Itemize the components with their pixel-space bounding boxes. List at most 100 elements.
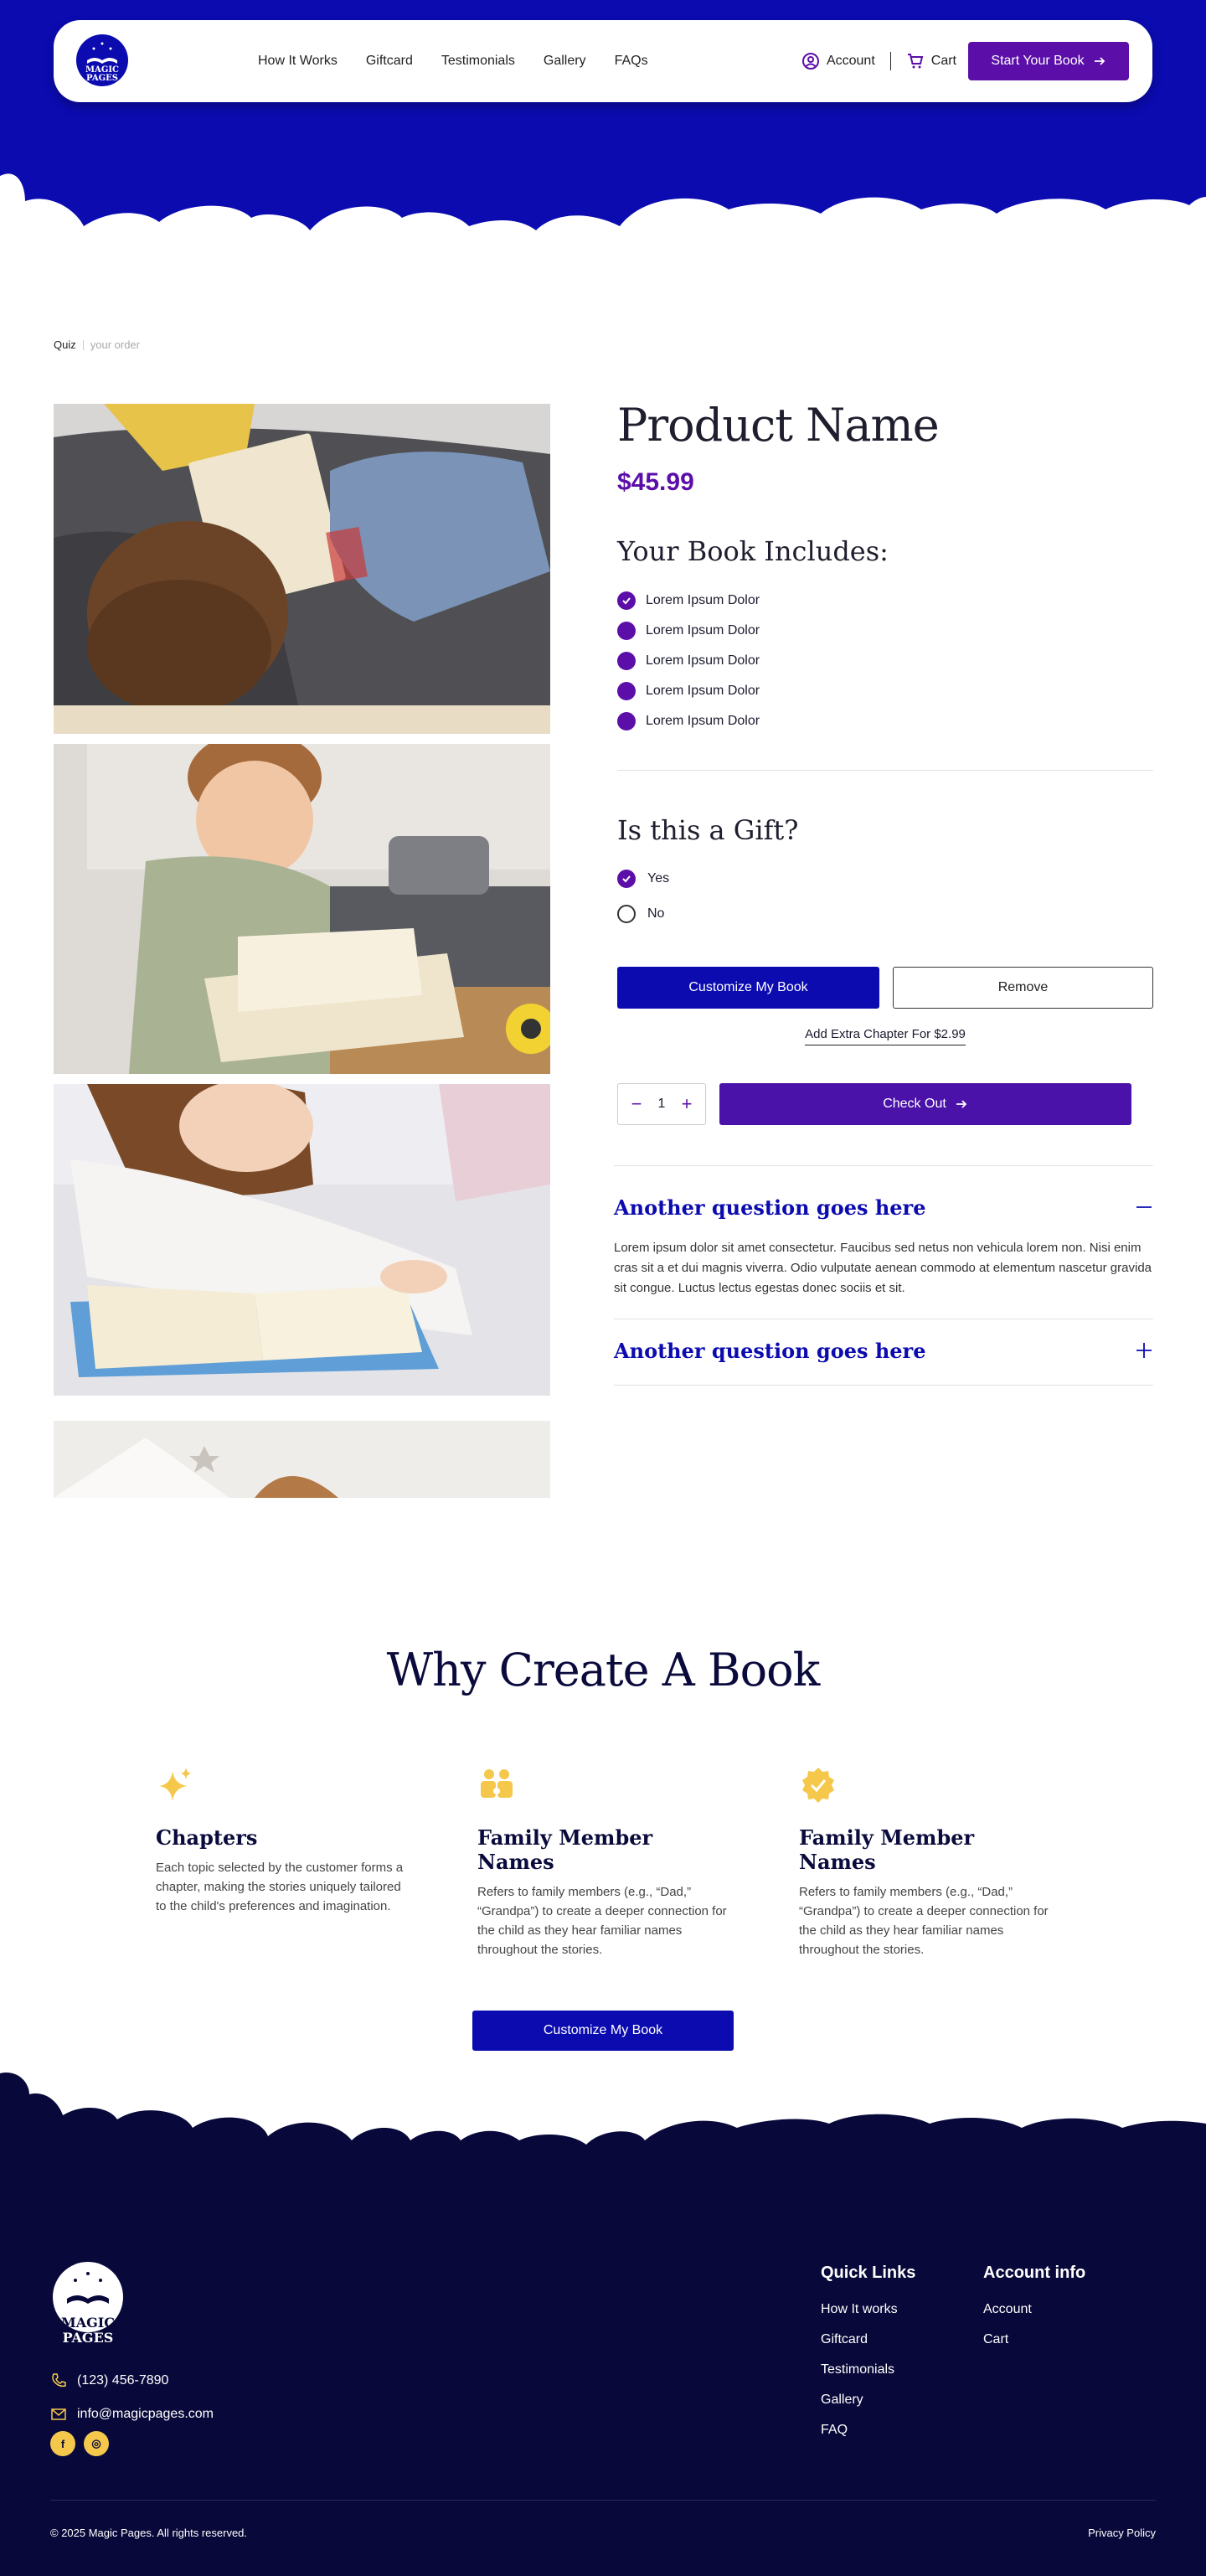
faq-question: Another question goes here: [614, 1195, 926, 1220]
product-photo-1[interactable]: [54, 404, 550, 734]
svg-text:MAGIC: MAGIC: [61, 2315, 115, 2331]
phone-icon: [52, 2373, 66, 2388]
check-circle-icon: [617, 591, 636, 610]
gift-option-yes[interactable]: Yes: [617, 861, 1153, 896]
breadcrumb-your-order: your order: [90, 338, 140, 351]
includes-list: Lorem Ipsum Dolor Lorem Ipsum Dolor Lore…: [617, 586, 1153, 736]
faq-toggle[interactable]: Another question goes here: [614, 1185, 1153, 1230]
social-links: f ◎: [50, 2431, 109, 2456]
cloud-decoration: [0, 173, 1206, 302]
list-item: Lorem Ipsum Dolor: [617, 646, 1153, 676]
list-item: Lorem Ipsum Dolor: [617, 706, 1153, 736]
email-address: info@magicpages.com: [77, 2407, 214, 2421]
nav-faqs[interactable]: FAQs: [615, 54, 648, 69]
sparkle-icon: [159, 1768, 191, 1801]
product-photo-3[interactable]: [54, 1084, 550, 1396]
nav-giftcard[interactable]: Giftcard: [366, 54, 413, 69]
footer-email[interactable]: info@magicpages.com: [50, 2398, 214, 2431]
gift-option-no[interactable]: No: [617, 896, 1153, 932]
check-out-button[interactable]: Check Out: [719, 1083, 1131, 1125]
feature-card: Chapters Each topic selected by the cust…: [156, 1766, 407, 1916]
include-label: Lorem Ipsum Dolor: [646, 714, 760, 728]
quick-links-heading: Quick Links: [821, 2264, 916, 2282]
nav-how-it-works[interactable]: How It Works: [258, 54, 338, 69]
gift-no-label: No: [647, 906, 665, 921]
product-price: $45.99: [617, 468, 694, 496]
navbar: MAGIC PAGES How It Works Giftcard Testim…: [54, 20, 1152, 102]
faq-question: Another question goes here: [614, 1338, 926, 1363]
customize-my-book-button[interactable]: Customize My Book: [617, 967, 879, 1009]
nav-testimonials[interactable]: Testimonials: [441, 54, 515, 69]
badge-check-icon: [802, 1768, 834, 1803]
includes-heading: Your Book Includes:: [617, 535, 889, 567]
account-info-heading: Account info: [983, 2264, 1086, 2282]
cart-link[interactable]: Cart: [906, 52, 956, 70]
footer-link-testimonials[interactable]: Testimonials: [821, 2355, 915, 2385]
start-your-book-button[interactable]: Start Your Book: [968, 42, 1129, 80]
copyright-text: © 2025 Magic Pages. All rights reserved.: [50, 2527, 248, 2539]
cart-icon: [907, 54, 924, 69]
gift-heading: Is this a Gift?: [617, 814, 799, 846]
bullet-dot-icon: [617, 622, 636, 640]
bullet-dot-icon: [617, 712, 636, 730]
faq-toggle[interactable]: Another question goes here: [614, 1328, 1153, 1373]
bullet-dot-icon: [617, 652, 636, 670]
product-photo-4[interactable]: [54, 1421, 550, 1498]
feature-text: Refers to family members (e.g., “Dad,” “…: [477, 1885, 727, 1957]
breadcrumb-quiz[interactable]: Quiz: [54, 338, 76, 351]
arrow-right-icon: [1094, 57, 1105, 65]
minus-icon[interactable]: −: [628, 1093, 645, 1115]
user-circle-icon: [801, 53, 819, 70]
footer-link-cart[interactable]: Cart: [983, 2325, 1085, 2355]
faq-bottom-divider: [614, 1385, 1153, 1386]
facebook-icon[interactable]: f: [50, 2431, 75, 2456]
footer-link-gallery[interactable]: Gallery: [821, 2385, 915, 2415]
customize-my-book-button-secondary[interactable]: Customize My Book: [472, 2011, 734, 2051]
footer-link-account[interactable]: Account: [983, 2295, 1085, 2325]
instagram-icon[interactable]: ◎: [84, 2431, 109, 2456]
footer-link-faq[interactable]: FAQ: [821, 2415, 915, 2445]
faq-answer: Lorem ipsum dolor sit amet consectetur. …: [614, 1241, 1152, 1295]
product-gallery: [54, 404, 550, 1498]
gift-yes-label: Yes: [647, 871, 670, 885]
radio-empty-icon: [617, 905, 636, 923]
privacy-policy-link[interactable]: Privacy Policy: [1088, 2527, 1156, 2539]
footer-logo[interactable]: MAGIC PAGES: [50, 2262, 126, 2346]
plus-icon[interactable]: +: [678, 1093, 695, 1115]
footer-link-how-it-works[interactable]: How It works: [821, 2295, 915, 2325]
faq-item: Another question goes here Lorem ipsum d…: [614, 1165, 1153, 1319]
checkout-label: Check Out: [883, 1097, 946, 1111]
gift-options: Yes No: [617, 861, 1153, 932]
include-label: Lorem Ipsum Dolor: [646, 623, 760, 638]
footer-link-giftcard[interactable]: Giftcard: [821, 2325, 915, 2355]
account-info-column: Account info Account Cart: [983, 2264, 1085, 2355]
product-photo-2[interactable]: [54, 744, 550, 1074]
bullet-dot-icon: [617, 682, 636, 700]
family-icon: [481, 1769, 513, 1798]
feature-text: Each topic selected by the customer form…: [156, 1861, 404, 1913]
start-book-label: Start Your Book: [991, 54, 1085, 68]
magic-pages-logo[interactable]: MAGIC PAGES: [75, 34, 129, 87]
faq-accordion: Another question goes here Lorem ipsum d…: [614, 1165, 1153, 1386]
remove-button[interactable]: Remove: [893, 967, 1153, 1009]
nav-divider: [889, 52, 891, 70]
add-extra-chapter-link[interactable]: Add Extra Chapter For $2.99: [805, 1027, 966, 1045]
quantity-stepper: − 1 +: [617, 1083, 706, 1125]
product-title: Product Name: [617, 399, 940, 452]
breadcrumb-divider: [82, 339, 84, 350]
product-info: Product Name $45.99 Your Book Includes: …: [614, 399, 1153, 1386]
quantity-value[interactable]: 1: [658, 1097, 666, 1112]
account-label: Account: [826, 54, 875, 68]
footer-phone[interactable]: (123) 456-7890: [50, 2364, 214, 2398]
footer-contact: (123) 456-7890 info@magicpages.com: [50, 2364, 214, 2431]
feature-card: Family Member Names Refers to family mem…: [799, 1766, 1050, 1959]
feature-card: Family Member Names Refers to family mem…: [477, 1766, 729, 1959]
quick-links-column: Quick Links How It works Giftcard Testim…: [821, 2264, 915, 2445]
radio-checked-icon: [617, 870, 636, 888]
feature-text: Refers to family members (e.g., “Dad,” “…: [799, 1885, 1049, 1957]
breadcrumb: Quiz your order: [54, 338, 140, 351]
include-label: Lorem Ipsum Dolor: [646, 684, 760, 698]
nav-gallery[interactable]: Gallery: [544, 54, 586, 69]
minus-icon: [1136, 1206, 1152, 1208]
account-link[interactable]: Account: [801, 52, 875, 70]
